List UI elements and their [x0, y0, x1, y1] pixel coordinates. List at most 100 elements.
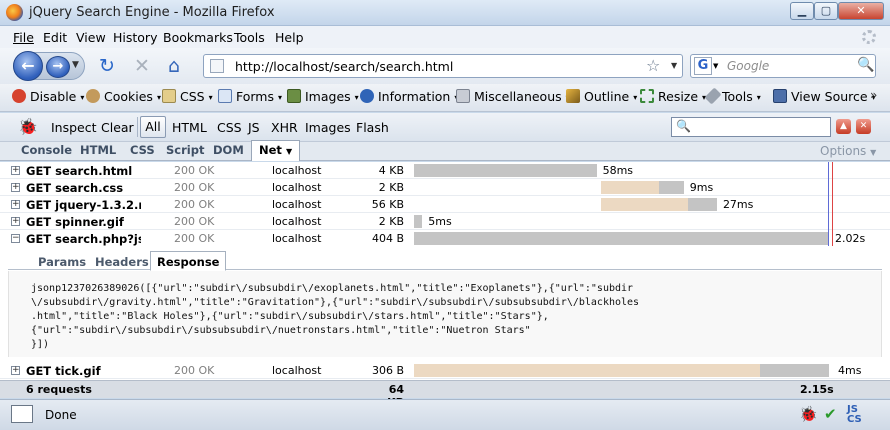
firebug-icon[interactable]: 🐞 — [18, 117, 38, 136]
request-row[interactable]: + GET search.css 200 OK localhost 2 KB 9ms — [0, 179, 890, 196]
request-status: 200 OK — [174, 215, 215, 228]
cookies-icon — [86, 89, 100, 103]
page-favicon-icon — [210, 59, 224, 73]
tools-icon — [704, 87, 722, 105]
firebug-status-icon[interactable]: 🐞 — [799, 405, 818, 423]
subtab-headers[interactable]: Headers — [95, 255, 149, 269]
menu-tools[interactable]: Tools — [234, 30, 265, 45]
request-time: 2.02s — [835, 232, 866, 245]
reload-icon[interactable]: ↻ — [99, 56, 115, 76]
filter-xhr[interactable]: XHR — [271, 120, 298, 135]
menu-help[interactable]: Help — [275, 30, 304, 45]
request-row[interactable]: + GET search.html 200 OK localhost 4 KB 58ms — [0, 162, 890, 179]
outline-icon — [566, 89, 580, 103]
firebug-close-button[interactable]: ✕ — [856, 119, 871, 134]
options-menu[interactable]: Options ▼ — [820, 144, 876, 158]
dev-view-source-menu[interactable]: View Source ▾ — [773, 89, 876, 104]
timeline-wait-bar — [600, 198, 688, 211]
menu-history[interactable]: History — [113, 30, 157, 45]
expand-toggle-icon[interactable]: + — [11, 200, 20, 209]
search-placeholder[interactable]: Google — [727, 59, 769, 73]
dev-forms-menu[interactable]: Forms ▾ — [218, 89, 282, 104]
activity-throbber-icon — [862, 30, 876, 44]
dev-tools-menu[interactable]: Tools ▾ — [704, 87, 761, 105]
images-icon — [287, 89, 301, 103]
timeline-receive-bar — [414, 232, 829, 245]
request-status: 200 OK — [174, 181, 215, 194]
filter-html[interactable]: HTML — [172, 120, 207, 135]
dom-content-loaded-line — [828, 162, 829, 246]
css-js-status-icon[interactable]: JS CS — [847, 405, 862, 425]
close-button[interactable]: ✕ — [838, 2, 884, 20]
stop-icon[interactable]: ✕ — [134, 56, 150, 76]
expand-toggle-icon[interactable]: − — [11, 234, 20, 243]
load-event-line — [832, 162, 833, 246]
timeline-wait-bar — [600, 181, 659, 194]
toolbar-overflow-icon[interactable]: » — [870, 88, 877, 102]
search-icon[interactable]: 🔍 — [857, 57, 874, 73]
tab-console[interactable]: Console — [21, 143, 72, 157]
filter-images[interactable]: Images — [305, 120, 351, 135]
inspect-button[interactable]: Inspect — [51, 120, 97, 135]
dev-css-menu[interactable]: CSS ▾ — [162, 89, 213, 104]
subtab-response[interactable]: Response — [150, 251, 227, 271]
request-size: 306 B — [371, 364, 404, 377]
request-row[interactable]: + GET jquery-1.3.2.min.js 200 OK localhost 5… — [0, 196, 890, 213]
expand-toggle-icon[interactable]: + — [11, 217, 20, 226]
toolbar-separator — [137, 117, 138, 137]
request-name: GET search.html — [26, 164, 133, 178]
dev-resize-menu[interactable]: Resize ▾ — [640, 89, 706, 104]
request-domain: localhost — [272, 181, 322, 194]
timeline-receive-bar — [658, 181, 684, 194]
tab-dom[interactable]: DOM — [213, 143, 244, 157]
request-domain: localhost — [272, 198, 322, 211]
request-row[interactable]: + GET spinner.gif 200 OK localhost 2 KB 5ms — [0, 213, 890, 230]
miscellaneous-icon — [456, 89, 470, 103]
dev-miscellaneous-menu[interactable]: Miscellaneous ▾ — [456, 89, 570, 104]
engine-dropdown-icon[interactable]: ▼ — [713, 62, 718, 70]
firebug-search-input[interactable]: 🔍 — [671, 117, 831, 137]
dev-cookies-menu[interactable]: Cookies ▾ — [86, 89, 161, 104]
filter-flash[interactable]: Flash — [356, 120, 389, 135]
tab-script[interactable]: Script — [166, 143, 204, 157]
dev-disable-menu[interactable]: Disable ▾ — [12, 89, 84, 104]
menu-file[interactable]: File — [13, 30, 34, 45]
bookmark-star-icon[interactable]: ☆ — [646, 56, 660, 75]
maximize-button[interactable]: ▢ — [814, 2, 838, 20]
minimize-button[interactable]: ▁ — [790, 2, 814, 20]
status-panel-icon[interactable] — [11, 405, 33, 423]
google-engine-icon[interactable]: G — [694, 57, 712, 75]
tab-net[interactable]: Net ▼ — [251, 140, 301, 161]
expand-toggle-icon[interactable]: + — [11, 166, 20, 175]
subtab-params[interactable]: Params — [38, 255, 86, 269]
menu-view[interactable]: View — [76, 30, 106, 45]
dev-information-menu[interactable]: Information ▾ — [360, 89, 458, 104]
request-time: 5ms — [428, 215, 452, 228]
history-dropdown-icon[interactable]: ▼ — [72, 60, 79, 70]
url-text[interactable]: http://localhost/search/search.html — [235, 59, 453, 74]
url-dropdown-icon[interactable]: ▼ — [671, 61, 677, 70]
forward-button[interactable]: → — [46, 56, 70, 78]
validation-ok-icon[interactable]: ✔ — [824, 405, 837, 423]
menu-bookmarks[interactable]: Bookmarks — [163, 30, 233, 45]
filter-css[interactable]: CSS — [217, 120, 242, 135]
expand-toggle-icon[interactable]: + — [11, 366, 20, 375]
clear-button[interactable]: Clear — [101, 120, 134, 135]
menu-edit[interactable]: Edit — [43, 30, 67, 45]
dev-images-menu[interactable]: Images ▾ — [287, 89, 359, 104]
request-size: 4 KB — [378, 164, 404, 177]
request-row[interactable]: −GET search.php?jsonp 200 OK localhost 404 … — [0, 230, 890, 247]
expand-toggle-icon[interactable]: + — [11, 183, 20, 192]
tab-css[interactable]: CSS — [130, 143, 155, 157]
dev-outline-menu[interactable]: Outline ▾ — [566, 89, 637, 104]
url-bar[interactable]: http://localhost/search/search.html ☆ ▼ — [203, 54, 683, 78]
home-icon[interactable]: ⌂ — [168, 56, 180, 76]
filter-js[interactable]: JS — [248, 120, 260, 135]
filter-all[interactable]: All — [140, 116, 166, 138]
request-row[interactable]: + GET tick.gif 200 OK localhost 306 B 4m… — [0, 362, 890, 379]
search-box[interactable]: G ▼ Google 🔍 — [690, 54, 876, 78]
firebug-detach-button[interactable]: ▲ — [836, 119, 851, 134]
back-button[interactable]: ← — [13, 51, 43, 81]
request-name: GET jquery-1.3.2.min.js — [26, 198, 141, 212]
tab-html[interactable]: HTML — [80, 143, 116, 157]
